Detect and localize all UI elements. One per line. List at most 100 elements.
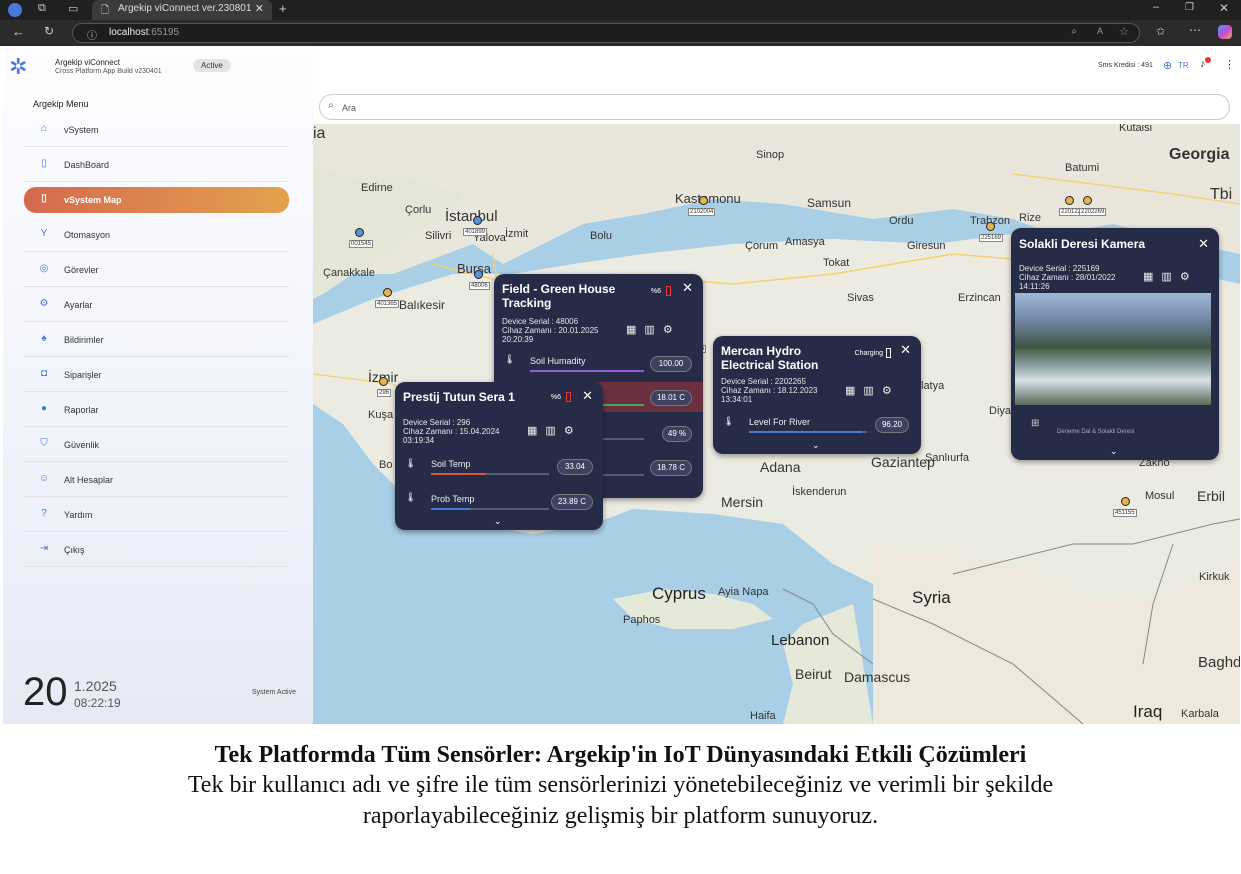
- device-pin[interactable]: [986, 222, 995, 231]
- chart-icon[interactable]: ▥: [863, 385, 881, 397]
- home-icon: ⌂: [40, 123, 48, 134]
- map-label: Damascus: [844, 669, 911, 685]
- site-info-icon[interactable]: ⓘ: [87, 27, 97, 42]
- url-field[interactable]: ⓘ localhost:65195 ⌕ A ☆: [72, 23, 1140, 43]
- sensor-bar: [530, 370, 644, 372]
- sidebar-item-guvenlik[interactable]: ⛉ Güvenlik: [24, 432, 289, 458]
- favorites-icon[interactable]: ✩: [1156, 25, 1165, 38]
- map-label: Diya: [989, 405, 1012, 417]
- notification-icon[interactable]: ♪: [1200, 57, 1211, 70]
- reload-icon[interactable]: ↻: [44, 24, 54, 38]
- close-icon[interactable]: ✕: [900, 342, 911, 358]
- sidebar-item-bildirimler[interactable]: ♠ Bildirimler: [24, 327, 289, 353]
- chevron-down-icon[interactable]: ⌄: [812, 440, 820, 451]
- sidebar-item-cikis[interactable]: ⇥ Çıkış: [24, 537, 289, 563]
- device-pin[interactable]: [355, 228, 364, 237]
- globe-icon[interactable]: ⊕: [1163, 59, 1172, 72]
- new-tab-icon[interactable]: +: [279, 1, 287, 16]
- battery-icon: [666, 286, 671, 296]
- map-label: Kutaisi: [1119, 124, 1153, 134]
- sidebar-item-gorevler[interactable]: ◎ Görevler: [24, 257, 289, 283]
- sidebar-item-dashboard[interactable]: ▯ DashBoard: [24, 152, 289, 178]
- sidebar-item-raporlar[interactable]: ● Raporlar: [24, 397, 289, 423]
- device-card-mercan[interactable]: Mercan Hydro Electrical Station Charging…: [713, 336, 921, 454]
- chart-icon[interactable]: ▥: [545, 425, 563, 437]
- close-tab-icon[interactable]: ✕: [255, 2, 264, 15]
- dashboard-icon[interactable]: ▦: [1143, 271, 1161, 283]
- search-placeholder: Ara: [342, 103, 357, 113]
- map-label: Bolu: [590, 230, 613, 242]
- device-pin[interactable]: [383, 288, 392, 297]
- map-label: İzmit: [505, 228, 529, 240]
- tab-actions-icon[interactable]: ▭: [68, 2, 78, 15]
- sidebar-item-alt-hesaplar[interactable]: ☺ Alt Hesaplar: [24, 467, 289, 493]
- minimize-icon[interactable]: –: [1153, 1, 1159, 13]
- battery-level: %6: [650, 288, 661, 295]
- dashboard-icon[interactable]: ▦: [845, 385, 863, 397]
- divider: [24, 251, 289, 252]
- help-icon: ?: [41, 508, 47, 519]
- search-icon: ⌕: [328, 100, 334, 111]
- dashboard-icon[interactable]: ▦: [626, 324, 644, 336]
- chart-icon[interactable]: ▥: [1161, 271, 1179, 283]
- read-aloud-icon[interactable]: A: [1097, 26, 1103, 36]
- gear-icon[interactable]: ⚙: [882, 385, 900, 397]
- device-pin[interactable]: [699, 196, 708, 205]
- sidebar-item-vsystem[interactable]: ⌂ vSystem: [24, 117, 289, 143]
- device-card-camera[interactable]: Solakli Deresi Kamera ✕ Device Serial : …: [1011, 228, 1219, 460]
- gear-icon[interactable]: ⚙: [663, 324, 681, 336]
- gear-icon[interactable]: ⚙: [1180, 271, 1198, 283]
- clock-time: 08:22:19: [74, 696, 121, 710]
- sidebar-item-ayarlar[interactable]: ⚙ Ayarlar: [24, 292, 289, 318]
- copilot-icon[interactable]: [1218, 25, 1232, 39]
- url-host: localhost: [109, 27, 149, 38]
- thermo-icon: 🌡: [504, 354, 516, 364]
- sidebar-item-yardim[interactable]: ? Yardım: [24, 502, 289, 528]
- sensor-value: 18.01 C: [650, 390, 692, 406]
- map-view[interactable]: Georgia Kutaisi Batumi Sinop Kastamonu S…: [313, 124, 1240, 724]
- close-icon[interactable]: ✕: [682, 280, 693, 296]
- map-label: Çorum: [745, 240, 779, 252]
- device-tag: 451155: [1113, 509, 1137, 517]
- browser-profile-icon[interactable]: [8, 3, 22, 17]
- map-label: Sinop: [756, 149, 785, 161]
- close-icon[interactable]: ✕: [582, 388, 593, 404]
- chevron-down-icon[interactable]: ⌄: [494, 516, 502, 527]
- language-selector[interactable]: TR: [1178, 61, 1189, 70]
- device-pin[interactable]: [379, 377, 388, 386]
- grid-icon[interactable]: ⊞: [1031, 418, 1039, 429]
- status-badge: Active: [193, 59, 231, 72]
- restore-icon[interactable]: ❐: [1185, 2, 1194, 13]
- map-label: Şanlıurfa: [925, 452, 970, 464]
- search-input[interactable]: ⌕ Ara: [319, 94, 1230, 120]
- zoom-icon[interactable]: ⌕: [1071, 26, 1077, 37]
- kebab-menu-icon[interactable]: ⋮: [1224, 58, 1235, 71]
- map-label: Edirne: [361, 182, 393, 194]
- device-serial: Device Serial : 296: [403, 418, 471, 427]
- map-label: Beirut: [795, 666, 832, 682]
- gear-icon[interactable]: ⚙: [564, 425, 582, 437]
- sidebar-item-siparisler[interactable]: ◘ Siparişler: [24, 362, 289, 388]
- close-window-icon[interactable]: ✕: [1219, 1, 1229, 15]
- browser-tab[interactable]: 🗋 Argekip viConnect ver.230801 ✕: [92, 0, 272, 20]
- camera-caption: Deneme Dal & Solakli Deresi: [1057, 429, 1135, 435]
- device-pin[interactable]: [1065, 196, 1074, 205]
- chevron-down-icon[interactable]: ⌄: [1110, 446, 1118, 457]
- back-icon[interactable]: ←: [12, 24, 25, 39]
- workspaces-icon[interactable]: ⧉: [38, 2, 46, 15]
- info-icon: ●: [40, 403, 48, 414]
- device-pin[interactable]: [1083, 196, 1092, 205]
- device-card-prestij[interactable]: Prestij Tutun Sera 1 %6 ✕ Device Serial …: [395, 382, 603, 530]
- caption-line-1: Tek bir kullanıcı adı ve şifre ile tüm s…: [187, 772, 1054, 798]
- sidebar-item-otomasyon[interactable]: Y Otomasyon: [24, 222, 289, 248]
- favorite-icon[interactable]: ☆: [1119, 25, 1129, 38]
- device-pin[interactable]: [473, 216, 482, 225]
- dashboard-icon[interactable]: ▦: [527, 425, 545, 437]
- device-pin[interactable]: [474, 270, 483, 279]
- sidebar-item-vsystem-map[interactable]: ▯ vSystem Map: [24, 187, 289, 213]
- close-icon[interactable]: ✕: [1198, 236, 1209, 252]
- more-icon[interactable]: ⋯: [1189, 23, 1201, 37]
- sidebar-item-label: Çıkış: [64, 545, 85, 555]
- device-pin[interactable]: [1121, 497, 1130, 506]
- chart-icon[interactable]: ▥: [644, 324, 662, 336]
